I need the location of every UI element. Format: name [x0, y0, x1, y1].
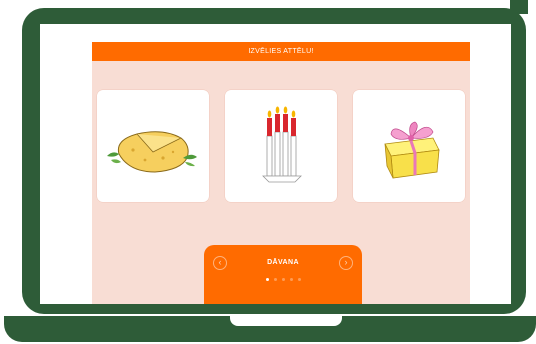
- picture-card-candles[interactable]: [225, 90, 337, 202]
- cheese-icon: [107, 131, 197, 173]
- next-button[interactable]: ›: [339, 256, 353, 270]
- page-dot[interactable]: [289, 278, 293, 281]
- chevron-right-icon: ›: [344, 257, 348, 267]
- page-dot[interactable]: [273, 278, 277, 281]
- page-dot[interactable]: [265, 278, 269, 281]
- picture-card-cheese[interactable]: [97, 90, 209, 202]
- pagination-dots: [204, 278, 362, 281]
- laptop-screen: IZVĒLIES ATTĒLU! ‹ DĀVANA ›: [40, 24, 511, 304]
- picture-card-gift[interactable]: [353, 90, 465, 202]
- page-dot[interactable]: [297, 278, 301, 281]
- gift-icon: [384, 121, 440, 179]
- instruction-text: IZVĒLIES ATTĒLU!: [248, 48, 314, 55]
- quiz-app: IZVĒLIES ATTĒLU! ‹ DĀVANA ›: [92, 42, 470, 304]
- page-dot[interactable]: [281, 278, 285, 281]
- instruction-header: IZVĒLIES ATTĒLU!: [92, 42, 470, 61]
- candles-icon: [262, 106, 302, 183]
- word-panel: ‹ DĀVANA ›: [204, 245, 362, 304]
- laptop-notch: [230, 316, 342, 326]
